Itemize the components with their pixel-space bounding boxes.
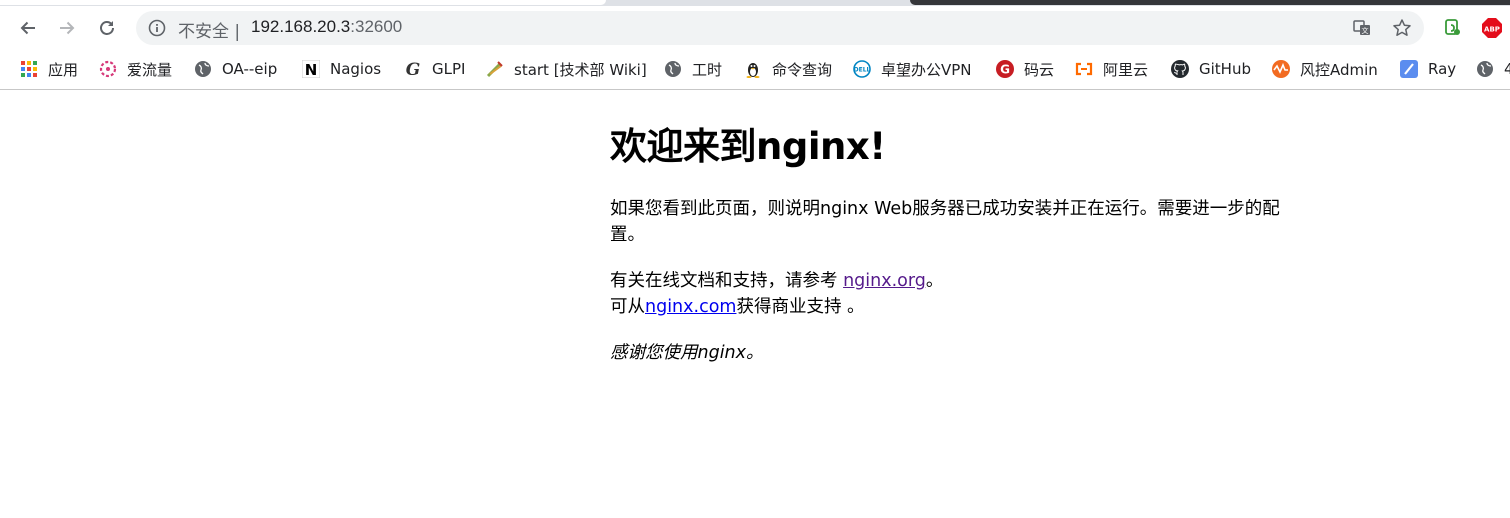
separator-text: | [234,22,241,42]
bookmark-label: 命令查询 [772,60,833,79]
nginx-com-link[interactable]: nginx.com [645,297,736,317]
bookmark-fengkong[interactable]: 风控Admin [1272,58,1378,80]
security-text: 不安全 [178,22,229,42]
bookmark-gongshi[interactable]: 工时 [664,58,722,80]
bookmark-nagios[interactable]: N Nagios [302,58,381,80]
active-tab[interactable] [0,0,606,5]
adblock-plus-icon[interactable]: ABP [1481,17,1503,39]
apps-grid-icon [20,60,38,78]
linux-penguin-icon [744,60,762,78]
star-icon[interactable] [1392,18,1412,38]
svg-text:文: 文 [1362,26,1369,35]
reload-button[interactable] [91,12,123,44]
bookmark-label: Nagios [330,60,382,78]
url-host: 192.168.20.3 [251,17,351,36]
back-arrow-icon [20,21,35,35]
globe-icon [664,60,682,78]
url-port: :32600 [350,17,403,36]
bookmark-github[interactable]: GitHub [1171,58,1251,80]
bookmark-wiki[interactable]: start [技术部 Wiki] [486,58,647,80]
aliyun-logo-icon [1075,60,1093,78]
bookmark-glpi[interactable]: G GLPI [404,58,466,80]
forward-button[interactable] [51,12,83,44]
commercial-text: 可从 [610,297,645,317]
support-paragraph: 有关在线文档和支持，请参考 nginx.org。 可从nginx.com获得商业… [610,268,1310,320]
bookmark-label: GitHub [1199,60,1251,78]
docs-text: 有关在线文档和支持，请参考 [610,271,844,291]
bookmark-label: start [技术部 Wiki] [514,60,647,79]
nginx-org-link[interactable]: nginx.org [843,271,926,291]
github-logo-icon [1171,60,1189,78]
address-bar[interactable]: 不安全 | 192.168.20.3:32600 文 [136,11,1424,45]
inactive-tab[interactable] [910,0,1510,5]
bookmark-label: 4 [1504,60,1510,78]
bookmark-label: 阿里云 [1103,60,1149,79]
reload-icon [100,21,114,35]
globe-icon [194,60,212,78]
svg-text:G: G [1000,63,1010,77]
thanks-paragraph: 感谢您使用nginx。 [610,343,764,363]
extension-icon[interactable] [1442,17,1464,39]
docs-suffix: 。 [925,271,944,291]
dell-logo-icon: DELL [853,60,871,78]
bookmark-label: GLPI [432,60,466,78]
glpi-logo-icon: G [404,60,422,78]
bookmark-label: Ray [1428,60,1457,78]
page-content: 欢迎来到nginx! 如果您看到此页面，则说明nginx Web服务器已成功安装… [610,120,1310,366]
bookmark-label: 应用 [48,60,79,79]
svg-text:G: G [406,60,421,78]
fengkong-logo-icon [1272,60,1290,78]
bookmark-gitee[interactable]: G 码云 [996,58,1054,80]
svg-text:ABP: ABP [1484,26,1500,34]
bookmark-label: 工时 [692,60,723,79]
page-title: 欢迎来到nginx! [610,125,886,168]
svg-text:N: N [305,61,318,78]
bookmark-label: 爱流量 [127,60,173,79]
bookmark-label: 码云 [1024,60,1055,79]
dokuwiki-logo-icon [486,60,504,78]
bookmark-vpn[interactable]: DELL 卓望办公VPN [853,58,972,80]
svg-text:DELL: DELL [854,67,871,74]
intro-paragraph: 如果您看到此页面，则说明nginx Web服务器已成功安装并正在运行。需要进一步… [610,199,1280,245]
browser-toolbar: 不安全 | 192.168.20.3:32600 文 ABP [0,6,1510,50]
bookmark-command[interactable]: 命令查询 [744,58,832,80]
bookmark-oa-eip[interactable]: OA--eip [194,58,277,80]
bookmark-ray[interactable]: Ray [1400,58,1456,80]
bookmark-ailiuliang[interactable]: 爱流量 [99,58,172,80]
forward-arrow-icon [60,21,75,35]
bookmark-label: OA--eip [222,60,278,78]
security-label[interactable]: 不安全 | [178,17,240,42]
commercial-suffix: 获得商业支持 。 [736,297,865,317]
globe-icon [1476,60,1494,78]
back-button[interactable] [12,12,44,44]
bookmark-more[interactable]: 4 [1476,58,1510,80]
info-icon[interactable] [148,19,166,37]
url-text[interactable]: 192.168.20.3:32600 [251,17,402,37]
ailiuliang-logo-icon [99,60,117,78]
translate-icon[interactable]: 文 [1352,18,1372,38]
bookmark-label: 卓望办公VPN [881,60,972,79]
ray-logo-icon [1400,60,1418,78]
bookmark-label: 风控Admin [1300,60,1378,79]
gitee-logo-icon: G [996,60,1014,78]
nagios-logo-icon: N [302,60,320,78]
bookmark-apps[interactable]: 应用 [20,58,78,80]
bookmark-aliyun[interactable]: 阿里云 [1075,58,1148,80]
bookmarks-bar: 应用 爱流量 OA--eip N Nagios G GLPI start [技术… [0,50,1510,90]
